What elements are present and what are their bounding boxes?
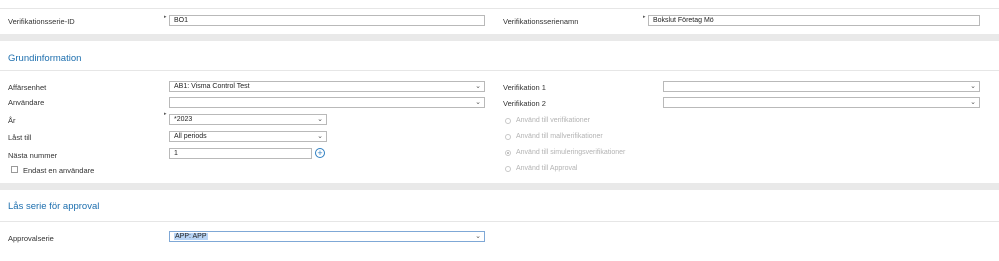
section-title-approval: Lås serie för approval	[8, 201, 100, 212]
required-marker-icon: ▸	[164, 111, 167, 117]
plus-circle-icon[interactable]: +	[315, 148, 325, 158]
approval-series-label: Approvalserie	[8, 234, 54, 243]
required-marker-icon: ▸	[643, 14, 646, 20]
business-unit-label: Affärsenhet	[8, 83, 47, 92]
radio-button[interactable]	[505, 166, 511, 172]
series-name-input[interactable]: Bokslut Företag Mö	[648, 15, 980, 26]
radio-label: Använd till verifikationer	[516, 117, 590, 124]
year-label: År	[8, 116, 16, 125]
radio-button[interactable]	[505, 150, 511, 156]
top-divider	[0, 8, 999, 9]
section-separator	[0, 183, 999, 190]
radio-label: Använd till Approval	[516, 165, 578, 172]
required-marker-icon: ▸	[164, 14, 167, 20]
user-label: Användare	[8, 98, 45, 107]
locked-label: Låst till	[8, 133, 32, 142]
series-name-label: Verifikationsserienamn	[503, 17, 579, 26]
year-value: *2023	[174, 116, 193, 123]
voucher2-select[interactable]: ⌄	[663, 97, 980, 108]
business-unit-value: AB1: Visma Control Test	[174, 83, 250, 90]
chevron-down-icon[interactable]: ⌄	[317, 115, 323, 124]
chevron-down-icon[interactable]: ⌄	[970, 98, 976, 107]
user-select[interactable]: ⌄	[169, 97, 485, 108]
locked-select[interactable]: All periods ⌄	[169, 131, 327, 142]
chevron-down-icon[interactable]: ⌄	[475, 232, 481, 241]
series-id-input[interactable]: BO1	[169, 15, 485, 26]
next-number-label: Nästa nummer	[8, 151, 58, 160]
section-divider	[0, 70, 999, 71]
chevron-down-icon[interactable]: ⌄	[317, 132, 323, 141]
voucher1-select[interactable]: ⌄	[663, 81, 980, 92]
chevron-down-icon[interactable]: ⌄	[475, 82, 481, 91]
section-divider	[0, 221, 999, 222]
single-user-label: Endast en användare	[23, 166, 95, 175]
approval-series-value: APP: APP	[174, 233, 208, 240]
radio-button[interactable]	[505, 134, 511, 140]
locked-value: All periods	[174, 133, 207, 140]
radio-label: Använd till simuleringsverifikationer	[516, 149, 626, 156]
section-title-grundinformation: Grundinformation	[8, 53, 82, 64]
radio-button[interactable]	[505, 118, 511, 124]
business-unit-select[interactable]: AB1: Visma Control Test ⌄	[169, 81, 485, 92]
chevron-down-icon[interactable]: ⌄	[475, 98, 481, 107]
series-id-label: Verifikationsserie-ID	[8, 17, 75, 26]
voucher2-label: Verifikation 2	[503, 99, 546, 108]
single-user-checkbox[interactable]	[11, 166, 18, 173]
chevron-down-icon[interactable]: ⌄	[970, 82, 976, 91]
voucher1-label: Verifikation 1	[503, 83, 546, 92]
year-select[interactable]: *2023 ⌄	[169, 114, 327, 125]
approval-series-select[interactable]: APP: APP ⌄	[169, 231, 485, 242]
next-number-input[interactable]: 1	[169, 148, 312, 159]
radio-label: Använd till mallverifikationer	[516, 133, 603, 140]
section-separator	[0, 34, 999, 41]
